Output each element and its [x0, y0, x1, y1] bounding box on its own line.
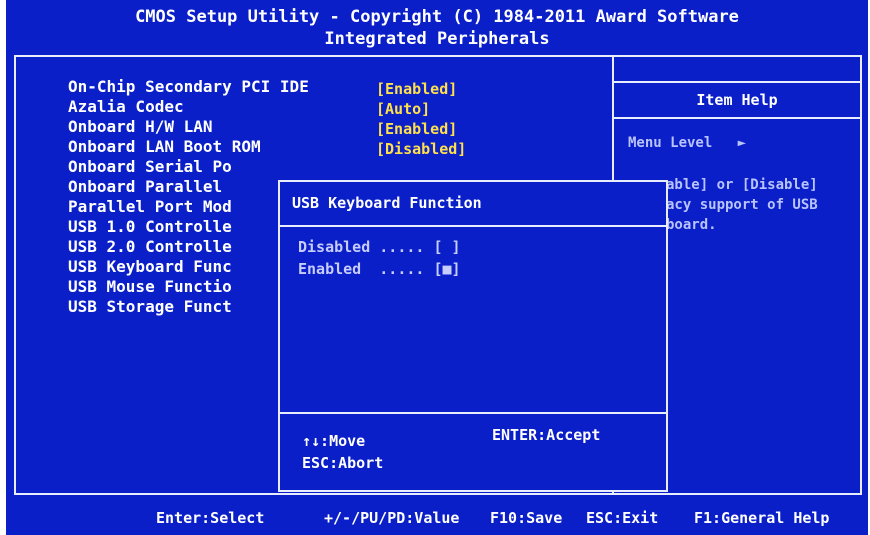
menu-item-secondary-pci-ide[interactable]: On-Chip Secondary PCI IDE [68, 78, 309, 96]
menu-item-onboard-lan[interactable]: Onboard H/W LAN [68, 118, 213, 136]
title-bar: CMOS Setup Utility - Copyright (C) 1984-… [6, 0, 868, 52]
menu-item-usb2-controller[interactable]: USB 2.0 Controlle [68, 238, 232, 256]
abort-hint: ESC:Abort [302, 454, 384, 472]
move-hint: ↑↓:Move [302, 432, 366, 450]
menu-item-usb1-controller[interactable]: USB 1.0 Controlle [68, 218, 232, 236]
dialog-footer-separator [280, 412, 666, 414]
dialog-title-separator [280, 225, 666, 227]
help-text-line-1: able] or [Disable] [666, 177, 818, 193]
page-title: Integrated Peripherals [324, 29, 550, 49]
menu-level-label: Menu Level ► [628, 135, 746, 151]
usb-keyboard-function-dialog: USB Keyboard Function Disabled ..... [ ]… [278, 180, 668, 492]
menu-item-usb-mouse[interactable]: USB Mouse Functio [68, 278, 232, 296]
menu-level-arrow-icon: ► [737, 135, 747, 151]
option-enabled[interactable]: Enabled ..... [■] [298, 260, 461, 278]
menu-item-usb-keyboard[interactable]: USB Keyboard Func [68, 258, 232, 276]
menu-level-text: Menu Level [628, 135, 713, 151]
menu-item-azalia-codec[interactable]: Azalia Codec [68, 98, 184, 116]
menu-value-secondary-pci-ide[interactable]: [Enabled] [376, 80, 457, 98]
option-disabled[interactable]: Disabled ..... [ ] [298, 238, 461, 256]
bios-screen: CMOS Setup Utility - Copyright (C) 1984-… [6, 0, 868, 535]
exit-key-hint: ESC:Exit [586, 509, 659, 527]
menu-value-onboard-lan[interactable]: [Enabled] [376, 120, 457, 138]
menu-item-onboard-serial[interactable]: Onboard Serial Po [68, 158, 232, 176]
menu-value-azalia-codec[interactable]: [Auto] [376, 100, 430, 118]
menu-item-onboard-parallel[interactable]: Onboard Parallel [68, 178, 222, 196]
app-title: CMOS Setup Utility - Copyright (C) 1984-… [135, 7, 739, 27]
help-key-hint: F1:General Help [694, 509, 830, 527]
help-text-line-2: acy support of USB [666, 197, 818, 213]
accept-hint: ENTER:Accept [492, 426, 601, 444]
value-key-hint: +/-/PU/PD:Value [324, 509, 460, 527]
item-help-header: Item Help [614, 81, 860, 119]
select-key-hint: Enter:Select [156, 509, 265, 527]
menu-item-lan-boot-rom[interactable]: Onboard LAN Boot ROM [68, 138, 261, 156]
save-key-hint: F10:Save [490, 509, 563, 527]
menu-item-usb-storage[interactable]: USB Storage Funct [68, 298, 232, 316]
key-legend-bar: Enter:Select +/-/PU/PD:Value F10:Save ES… [6, 505, 868, 535]
menu-item-parallel-port-mode[interactable]: Parallel Port Mod [68, 198, 232, 216]
help-text-line-3: board. [666, 217, 717, 233]
dialog-title: USB Keyboard Function [292, 194, 482, 212]
menu-value-lan-boot-rom[interactable]: [Disabled] [376, 140, 466, 158]
